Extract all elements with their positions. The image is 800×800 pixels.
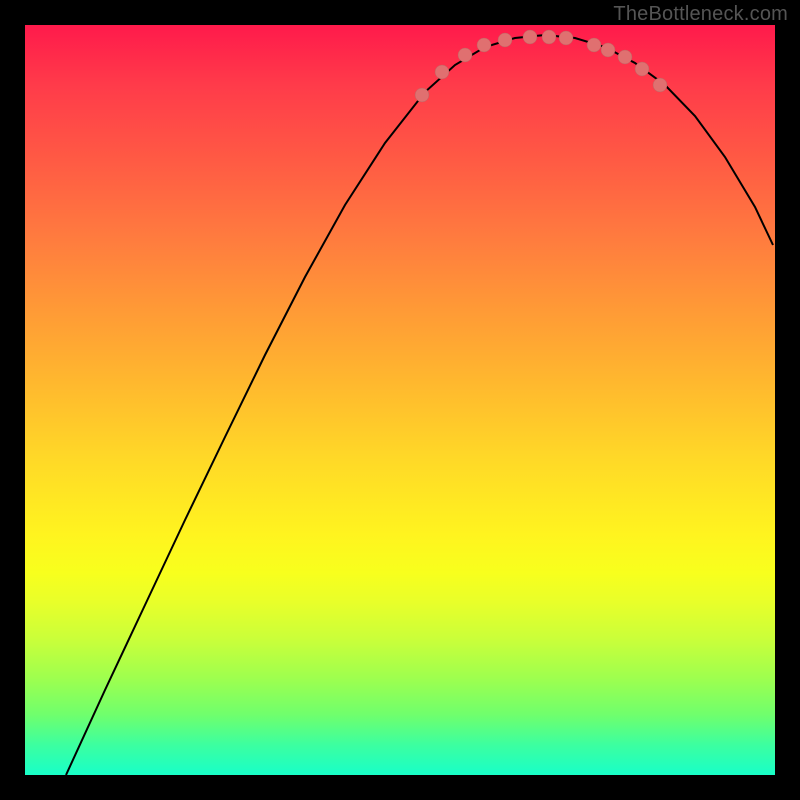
data-marker <box>458 48 472 62</box>
data-marker <box>415 88 429 102</box>
data-marker <box>653 78 667 92</box>
data-marker <box>542 30 556 44</box>
data-marker <box>498 33 512 47</box>
chart-svg <box>25 25 775 775</box>
data-marker <box>559 31 573 45</box>
chart-root: TheBottleneck.com <box>0 0 800 800</box>
data-marker <box>601 43 615 57</box>
watermark-text: TheBottleneck.com <box>613 3 788 26</box>
bottleneck-curve <box>66 35 773 775</box>
data-marker <box>587 38 601 52</box>
data-marker <box>523 30 537 44</box>
data-marker <box>618 50 632 64</box>
data-marker <box>477 38 491 52</box>
plot-area <box>25 25 775 775</box>
data-marker <box>635 62 649 76</box>
data-marker <box>435 65 449 79</box>
